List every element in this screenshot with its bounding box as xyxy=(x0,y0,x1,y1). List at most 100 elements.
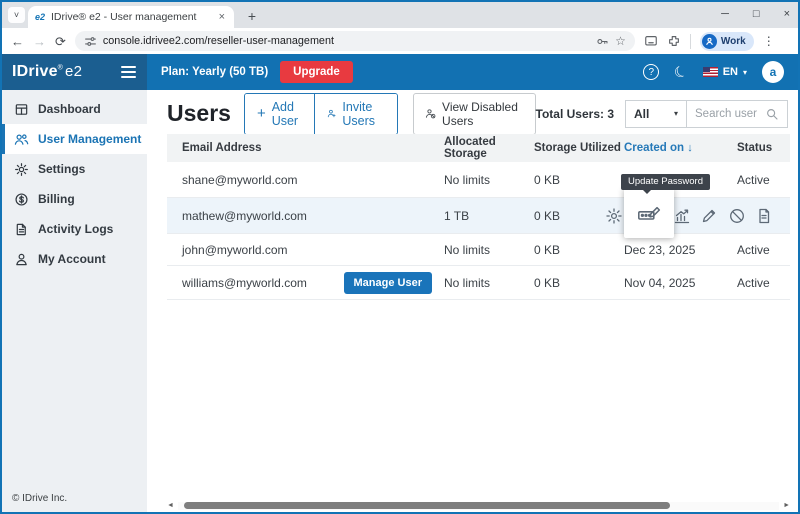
table-row[interactable]: williams@myworld.com Manage User No limi… xyxy=(167,266,790,300)
person-icon xyxy=(14,252,29,267)
search-box xyxy=(687,100,788,128)
tab-close-icon[interactable]: × xyxy=(217,11,227,23)
search-input[interactable] xyxy=(695,108,765,120)
menu-hamburger-icon[interactable] xyxy=(118,63,139,81)
disable-user-icon[interactable] xyxy=(728,207,746,225)
gear-icon xyxy=(14,162,29,177)
sidebar-item-billing[interactable]: Billing xyxy=(2,184,147,214)
chevron-down-icon: ▾ xyxy=(674,109,678,118)
manage-user-button[interactable]: Manage User xyxy=(344,272,432,294)
browser-tab[interactable]: e2 IDrive® e2 - User management × xyxy=(28,6,234,28)
list-tools: Total Users: 3 All ▾ xyxy=(536,100,788,128)
col-created-sort[interactable]: Created on ↓ xyxy=(624,142,737,154)
help-icon[interactable]: ? xyxy=(643,64,659,80)
table-row[interactable]: john@myworld.com No limits 0 KB Dec 23, … xyxy=(167,234,790,266)
users-table: Email Address Allocated Storage Storage … xyxy=(167,134,790,300)
forward-icon[interactable]: → xyxy=(33,35,46,48)
created-on: Dec 23, 2025 xyxy=(624,243,737,257)
invite-users-label: Invite Users xyxy=(342,100,385,128)
sidebar-item-label: Dashboard xyxy=(38,102,101,116)
bookmark-star-icon[interactable]: ☆ xyxy=(615,34,626,48)
new-tab-button[interactable]: + xyxy=(242,6,262,26)
address-bar[interactable]: console.idrivee2.com/reseller-user-manag… xyxy=(75,31,635,51)
profile-avatar-icon xyxy=(702,34,717,49)
extensions-icon[interactable] xyxy=(667,34,681,48)
sidebar-item-user-management[interactable]: User Management xyxy=(2,124,147,154)
search-icon[interactable] xyxy=(765,107,779,121)
main-content: Users + Add User Invite Users View Disab… xyxy=(147,90,798,512)
status-filter-dropdown[interactable]: All ▾ xyxy=(625,100,687,128)
account-avatar[interactable]: a xyxy=(762,61,784,83)
tab-search-button[interactable]: ˅ xyxy=(8,7,25,23)
user-settings-icon[interactable] xyxy=(605,207,623,225)
language-selector[interactable]: EN ▾ xyxy=(703,66,747,78)
update-password-tooltip: Update Password xyxy=(621,174,710,190)
total-users-count: Total Users: 3 xyxy=(536,107,614,121)
plan-label: Plan: Yearly (50 TB) xyxy=(161,66,268,78)
col-status: Status xyxy=(737,142,790,154)
user-email: shane@myworld.com xyxy=(167,173,444,187)
row-action-icons xyxy=(167,198,790,233)
site-favicon: e2 xyxy=(35,12,45,22)
sidebar-item-label: User Management xyxy=(38,132,141,146)
page-title: Users xyxy=(167,100,231,127)
copyright-footer: © IDrive Inc. xyxy=(12,493,67,504)
upgrade-button[interactable]: Upgrade xyxy=(280,61,353,83)
language-label: EN xyxy=(723,66,738,78)
table-row-hovered[interactable]: mathew@myworld.com 1 TB 0 KB xyxy=(167,198,790,234)
cast-icon[interactable] xyxy=(644,34,658,48)
view-disabled-users-button[interactable]: View Disabled Users xyxy=(413,93,536,135)
profile-name: Work xyxy=(721,36,746,47)
browser-menu-icon[interactable]: ⋮ xyxy=(763,34,775,48)
sidebar-item-activity-logs[interactable]: Activity Logs xyxy=(2,214,147,244)
chevron-down-icon: ˅ xyxy=(14,10,19,20)
profile-chip[interactable]: Work xyxy=(700,32,754,51)
sidebar-item-label: My Account xyxy=(38,252,106,266)
scroll-left-icon[interactable]: ◄ xyxy=(167,502,174,509)
dollar-circle-icon xyxy=(14,192,29,207)
sidebar-item-settings[interactable]: Settings xyxy=(2,154,147,184)
usage-stats-icon[interactable] xyxy=(673,207,691,225)
filter-value: All xyxy=(634,107,649,121)
scroll-right-icon[interactable]: ► xyxy=(783,502,790,509)
sidebar-item-label: Billing xyxy=(38,192,75,206)
header-actions: ? ☾ EN ▾ a xyxy=(643,61,798,83)
edit-pencil-icon[interactable] xyxy=(700,207,718,225)
view-disabled-label: View Disabled Users xyxy=(442,100,523,128)
maximize-button[interactable]: □ xyxy=(753,8,760,20)
dashboard-icon xyxy=(14,102,29,117)
sidebar: Dashboard User Management Settings Billi… xyxy=(2,90,147,512)
tab-title: IDrive® e2 - User management xyxy=(51,11,211,23)
site-info-icon[interactable] xyxy=(84,35,97,48)
user-email: williams@myworld.com xyxy=(182,276,307,290)
sidebar-item-label: Activity Logs xyxy=(38,222,113,236)
status-value: Active xyxy=(737,276,790,290)
user-email-cell: williams@myworld.com Manage User xyxy=(167,272,444,294)
update-password-icon[interactable] xyxy=(637,201,661,225)
user-actions-group: + Add User Invite Users xyxy=(244,93,398,135)
idrive-e2-logo: IDrive®e2 xyxy=(12,63,82,81)
person-disabled-icon xyxy=(425,106,436,121)
add-user-button[interactable]: + Add User xyxy=(245,94,314,134)
back-icon[interactable]: ← xyxy=(11,35,24,48)
allocated-storage: No limits xyxy=(444,173,534,187)
app-header: IDrive®e2 Plan: Yearly (50 TB) Upgrade ?… xyxy=(2,54,798,90)
invite-users-button[interactable]: Invite Users xyxy=(314,94,397,134)
sidebar-item-my-account[interactable]: My Account xyxy=(2,244,147,274)
password-key-icon[interactable] xyxy=(596,35,609,48)
dark-mode-moon-icon[interactable]: ☾ xyxy=(671,61,691,83)
window-close-button[interactable]: × xyxy=(784,8,790,20)
col-allocated: Allocated Storage xyxy=(444,136,534,160)
storage-utilized: 0 KB xyxy=(534,276,624,290)
document-icon xyxy=(14,222,29,237)
user-logs-icon[interactable] xyxy=(755,207,773,225)
browser-window: ˅ e2 IDrive® e2 - User management × + ─ … xyxy=(0,0,800,514)
scrollbar-track[interactable] xyxy=(178,502,779,510)
url-text[interactable]: console.idrivee2.com/reseller-user-manag… xyxy=(103,35,590,47)
toolbar-divider xyxy=(690,34,691,49)
scrollbar-thumb[interactable] xyxy=(184,502,670,509)
reload-icon[interactable]: ⟳ xyxy=(55,35,66,48)
user-email: john@myworld.com xyxy=(167,243,444,257)
sidebar-item-dashboard[interactable]: Dashboard xyxy=(2,94,147,124)
minimize-button[interactable]: ─ xyxy=(721,8,729,20)
